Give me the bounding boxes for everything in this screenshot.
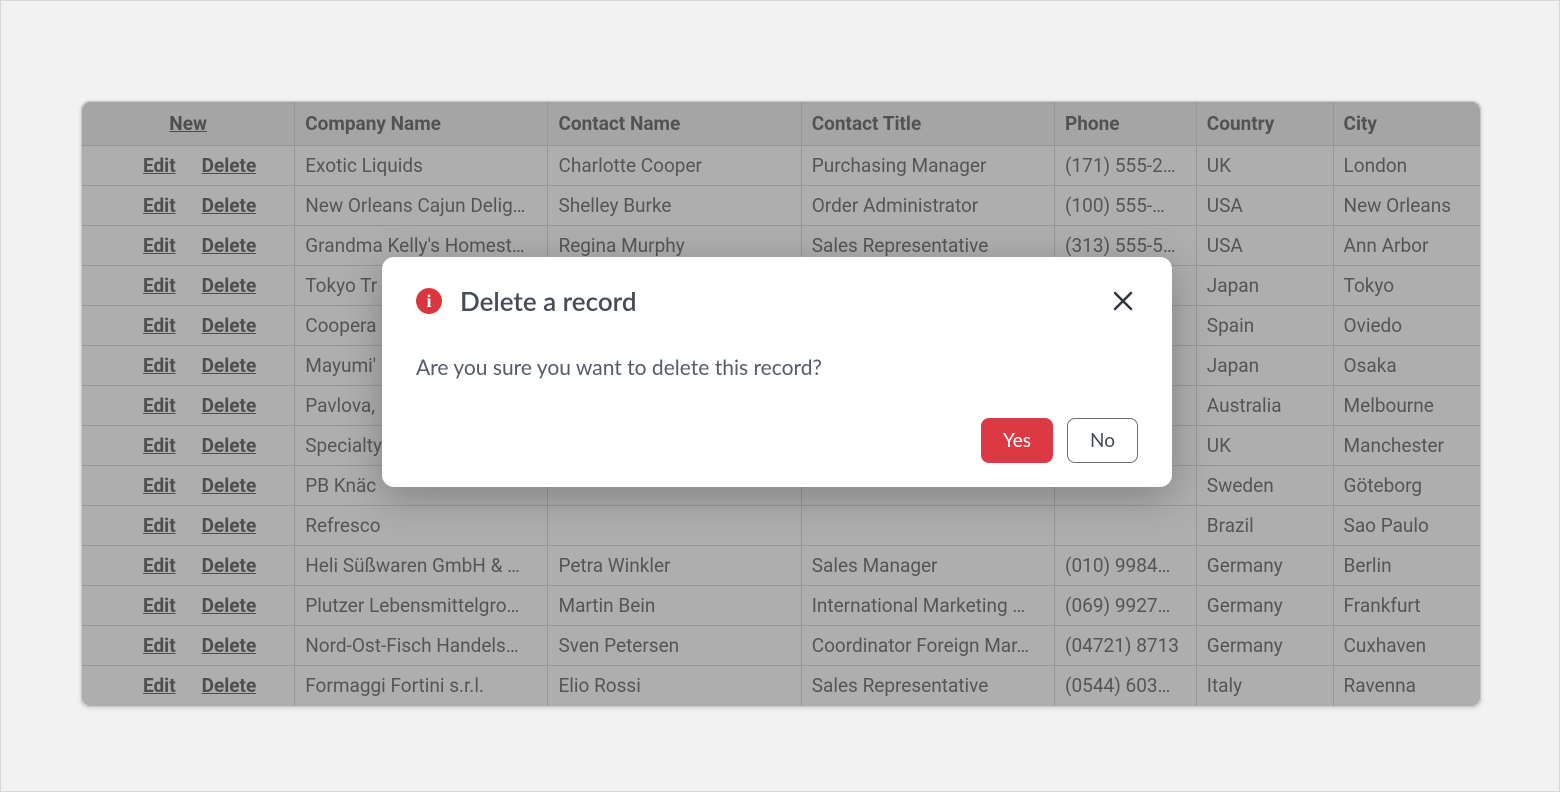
- data-grid: New Company Name Contact Name Contact Ti…: [81, 101, 1481, 707]
- no-button[interactable]: No: [1067, 418, 1138, 463]
- dialog-title: Delete a record: [460, 285, 1108, 317]
- yes-button[interactable]: Yes: [981, 418, 1053, 463]
- close-button[interactable]: [1108, 286, 1138, 316]
- confirm-dialog: i Delete a record Are you sure you want …: [382, 257, 1172, 487]
- info-icon: i: [416, 288, 442, 314]
- close-icon: [1111, 289, 1135, 313]
- dialog-message: Are you sure you want to delete this rec…: [416, 355, 1138, 380]
